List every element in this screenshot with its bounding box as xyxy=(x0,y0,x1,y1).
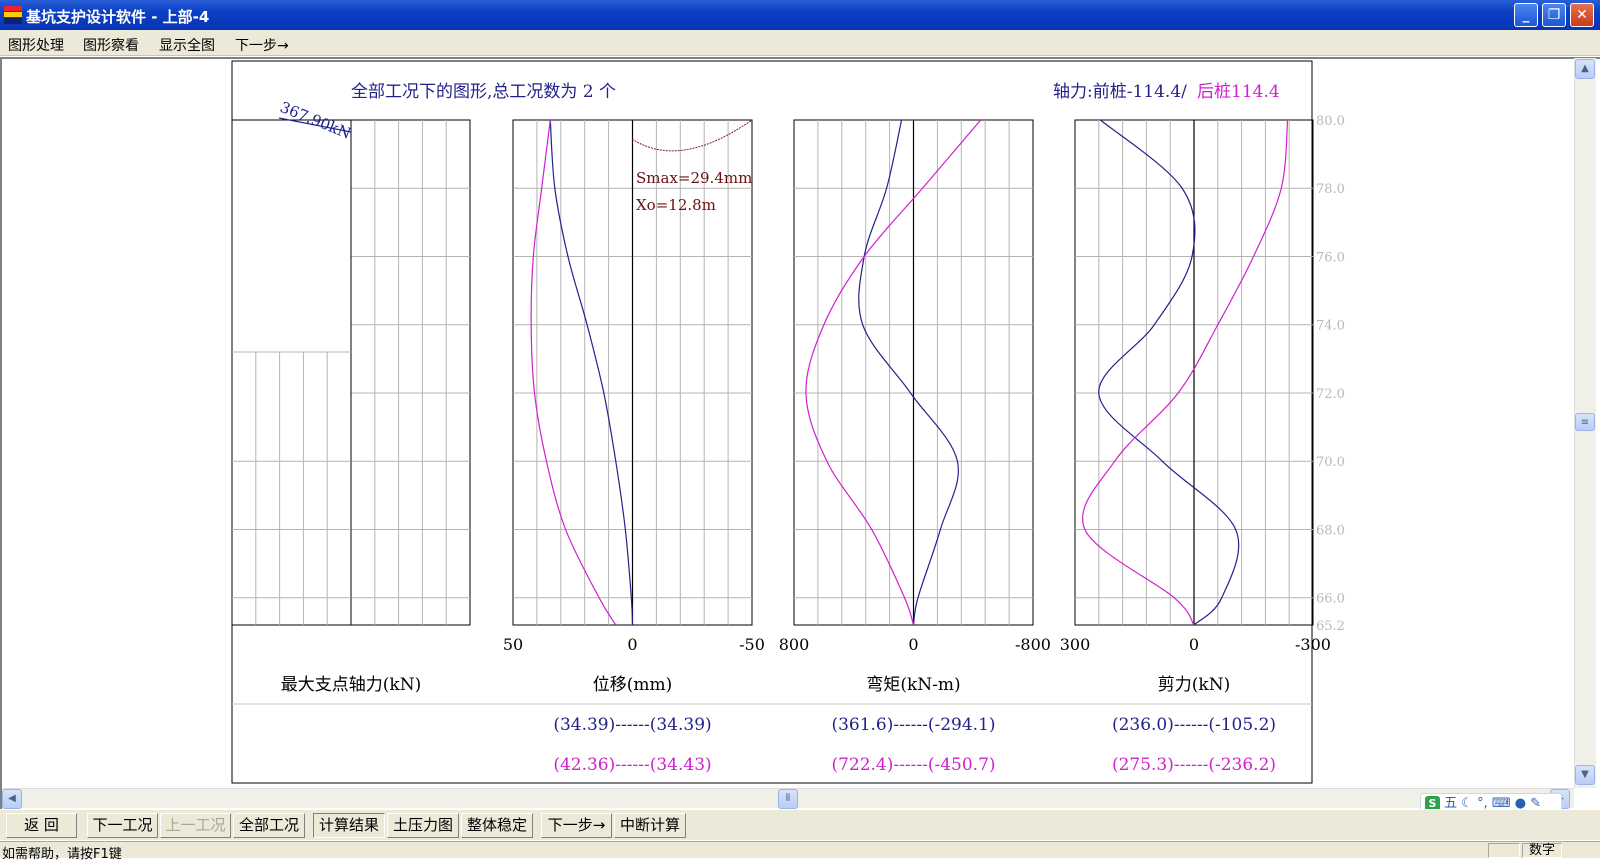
status-bar: 如需帮助，请按F1键 数字 xyxy=(0,841,1600,862)
next-case-button[interactable]: 下一工况 xyxy=(87,813,158,838)
result-range-case2: (722.4)------(-450.7) xyxy=(831,755,995,775)
result-range-case2: (42.36)------(34.43) xyxy=(553,755,711,775)
result-range-case1: (361.6)------(-294.1) xyxy=(831,715,995,735)
depth-tick-label: 78.0 xyxy=(1316,182,1345,197)
menu-show-all[interactable]: 显示全图 xyxy=(159,35,215,55)
window-title: 基坑支护设计软件 - 上部-4 xyxy=(26,8,210,26)
vertical-scroll-thumb[interactable]: ≡ xyxy=(1575,413,1595,431)
status-numlock: 数字 xyxy=(1522,843,1562,858)
depth-tick-label: 65.2 xyxy=(1316,619,1345,634)
menu-bar: 图形处理 图形察看 显示全图 下一步→ xyxy=(0,30,1600,56)
minimize-button[interactable]: _ xyxy=(1514,3,1538,27)
earth-pressure-button[interactable]: 土压力图 xyxy=(387,813,459,838)
maximize-button[interactable]: ❐ xyxy=(1542,3,1566,27)
all-cases-button[interactable]: 全部工况 xyxy=(233,813,305,838)
x-tick-min: -800 xyxy=(1015,635,1051,654)
result-range-case2: (275.3)------(-236.2) xyxy=(1112,755,1276,775)
result-range-case1: (236.0)------(-105.2) xyxy=(1112,715,1276,735)
chart-title: 全部工况下的图形,总工况数为 2 个 xyxy=(351,82,616,102)
results-chart: 全部工况下的图形,总工况数为 2 个 轴力:前桩-114.4/ 后桩114.4 … xyxy=(231,60,1345,784)
depth-tick-label: 70.0 xyxy=(1316,455,1345,470)
depth-tick-label: 72.0 xyxy=(1316,387,1345,402)
prev-case-button[interactable]: 上一工况 xyxy=(160,813,231,838)
depth-tick-label: 80.0 xyxy=(1316,114,1345,129)
axial-force-front: 轴力:前桩-114.4/ xyxy=(1053,82,1187,102)
scroll-left-button[interactable]: ◀ xyxy=(2,789,22,809)
panel-label: 弯矩(kN-m) xyxy=(866,675,960,695)
depth-tick-label: 74.0 xyxy=(1316,319,1345,334)
drawing-area: 全部工况下的图形,总工况数为 2 个 轴力:前桩-114.4/ 后桩114.4 … xyxy=(0,57,1600,809)
x-tick-min: -50 xyxy=(739,635,765,654)
x-tick-zero: 0 xyxy=(627,635,637,654)
return-button[interactable]: 返 回 xyxy=(6,813,77,838)
x-tick-zero: 0 xyxy=(908,635,918,654)
vertical-scrollbar[interactable]: ▲ ≡ ▼ xyxy=(1574,58,1596,788)
x-tick-max: 300 xyxy=(1060,635,1091,654)
next-step-button[interactable]: 下一步→ xyxy=(541,813,612,838)
overall-stability-button[interactable]: 整体稳定 xyxy=(461,813,533,838)
horizontal-scrollbar[interactable]: ◀ ⦀ ▶ xyxy=(2,788,1574,809)
xo-label: Xo=12.8m xyxy=(636,196,716,214)
horizontal-scroll-thumb[interactable]: ⦀ xyxy=(778,789,798,809)
calc-results-button[interactable]: 计算结果 xyxy=(313,813,385,838)
smax-label: Smax=29.4mm xyxy=(636,169,752,187)
close-button[interactable]: ✕ xyxy=(1570,3,1594,27)
panel-label: 剪力(kN) xyxy=(1158,675,1230,695)
panel-label: 最大支点轴力(kN) xyxy=(281,675,421,695)
x-tick-max: 800 xyxy=(779,635,810,654)
panel-label: 位移(mm) xyxy=(593,675,673,695)
bottom-toolbar: 返 回 下一工况 上一工况 全部工况 计算结果 土压力图 整体稳定 下一步→ 中… xyxy=(0,809,1600,840)
axial-force-back: 后桩114.4 xyxy=(1197,82,1280,102)
status-help-text: 如需帮助，请按F1键 xyxy=(2,847,122,862)
result-range-case1: (34.39)------(34.39) xyxy=(553,715,711,735)
abort-calc-button[interactable]: 中断计算 xyxy=(614,813,686,838)
depth-tick-label: 68.0 xyxy=(1316,523,1345,538)
title-bar[interactable]: 基坑支护设计软件 - 上部-4 _ ❐ ✕ xyxy=(0,0,1600,30)
x-tick-zero: 0 xyxy=(1189,635,1199,654)
menu-graph-view[interactable]: 图形察看 xyxy=(83,35,139,55)
depth-tick-label: 66.0 xyxy=(1316,592,1345,607)
x-tick-min: -300 xyxy=(1295,635,1331,654)
app-icon xyxy=(4,6,22,24)
menu-next-step[interactable]: 下一步→ xyxy=(235,35,289,55)
scroll-down-button[interactable]: ▼ xyxy=(1575,765,1595,785)
menu-graph-process[interactable]: 图形处理 xyxy=(8,35,64,55)
x-tick-max: 50 xyxy=(503,635,523,654)
depth-tick-label: 76.0 xyxy=(1316,250,1345,265)
scroll-up-button[interactable]: ▲ xyxy=(1575,59,1595,79)
status-pane-empty xyxy=(1488,843,1520,858)
